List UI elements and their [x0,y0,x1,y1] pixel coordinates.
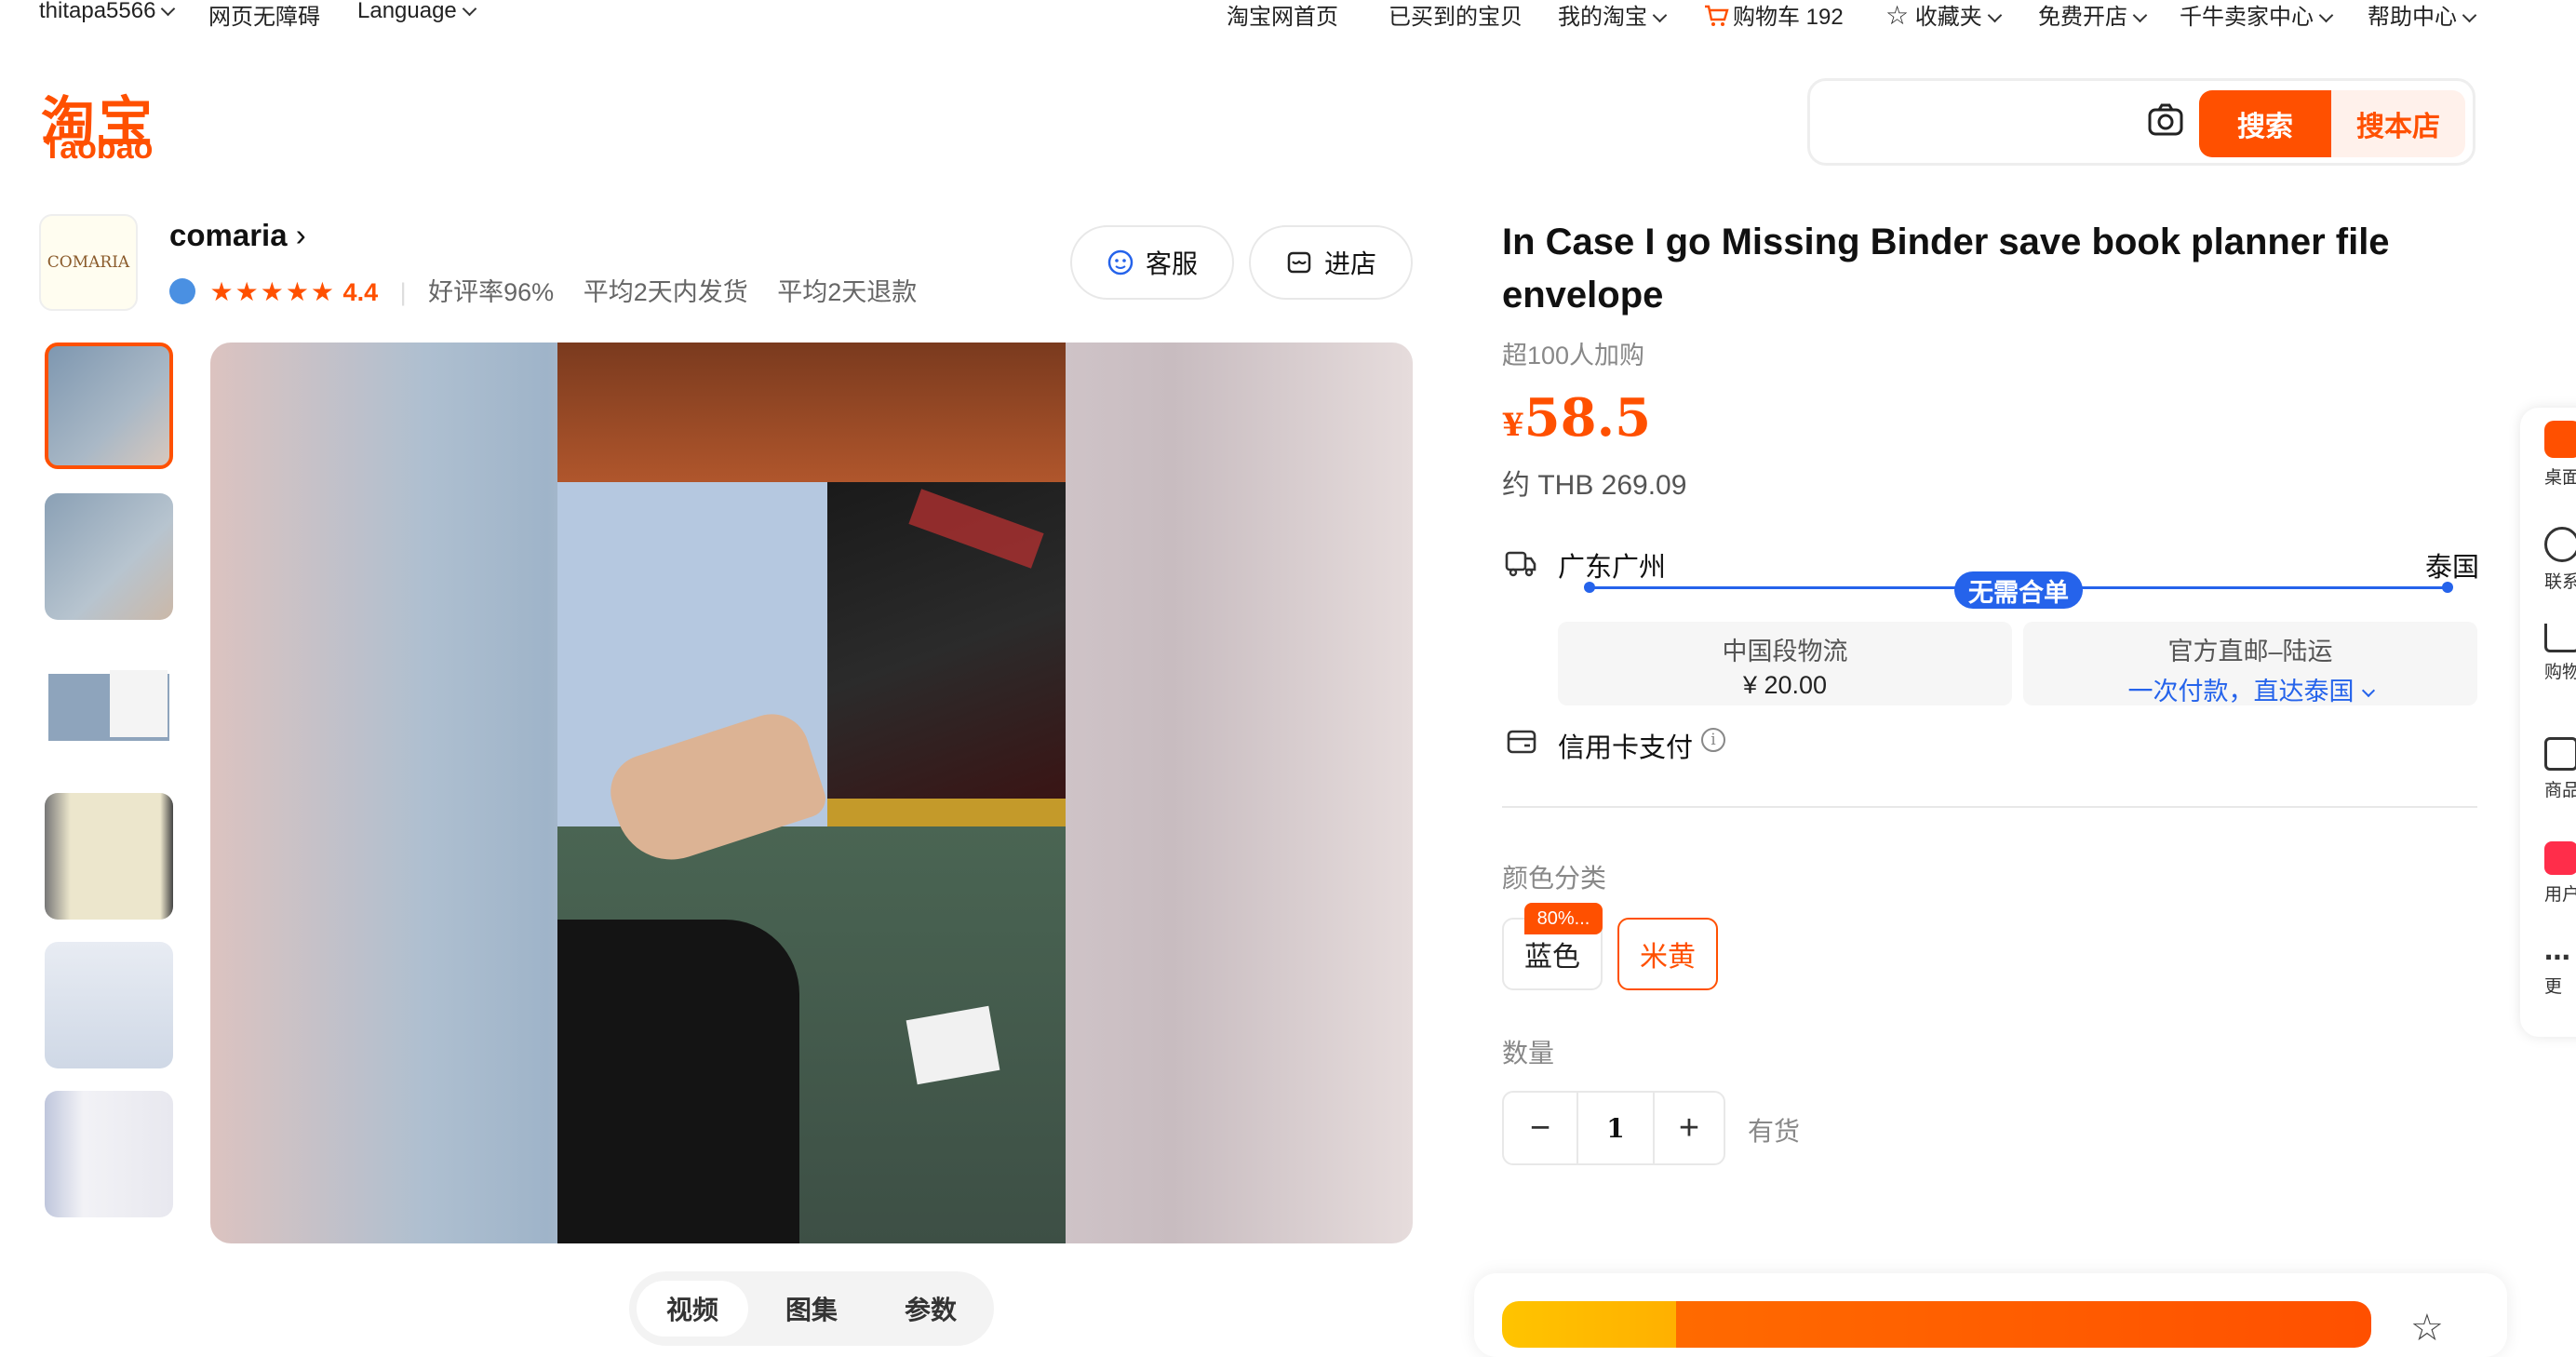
store-icon [1287,251,1311,274]
intl-leg-link[interactable]: 一次付款，直达泰国 [2023,671,2477,707]
sold-count: 超100人加购 [1502,342,1645,369]
route-start-dot [1584,582,1595,593]
thumbnail-3[interactable] [45,642,173,769]
cart-icon [2544,624,2576,652]
side-item-desktop[interactable]: 桌面 [2544,421,2576,489]
color-option-beige[interactable]: 米黄 [1617,918,1718,990]
chevron-right-icon: › [295,218,306,252]
enter-store-button[interactable]: 进店 [1249,225,1413,300]
quantity-label: 数量 [1502,1039,1555,1068]
decrement-button[interactable]: − [1504,1093,1576,1163]
more-icon: ⋯ [2544,943,2570,972]
bought-items-link[interactable]: 已买到的宝贝 [1389,0,1523,31]
shop-name-link[interactable]: comaria › [169,218,306,253]
ship-destination: 泰国 [2425,553,2480,583]
side-item-cart[interactable]: 购物 [2544,624,2576,683]
search-box: 搜索 搜本店 [1807,78,2475,166]
thumbnail-5[interactable] [45,942,173,1068]
product-video[interactable] [557,343,1066,1243]
side-item-user[interactable]: 用户 [2544,841,2576,906]
side-item-more[interactable]: ⋯ 更 [2544,942,2576,998]
china-leg-price: ¥ 20.00 [1742,671,1828,699]
intl-leg-title: 官方直邮–陆运 [2167,638,2333,665]
ship-origin: 广东广州 [1558,553,1667,583]
product-title: In Case I go Missing Binder save book pl… [1502,222,2390,316]
user-feedback-icon [2544,841,2576,875]
quantity-value[interactable]: 1 [1576,1093,1655,1163]
thumbnail-6[interactable] [45,1091,173,1217]
card-icon [1507,730,1536,754]
cart-link[interactable]: 购物车 192 [1703,0,1844,31]
avg-refund: 平均2天退款 [777,278,918,306]
language-menu[interactable]: Language [357,0,477,24]
star-icon: ☆ [1885,1,1910,30]
service-icon [1107,249,1134,275]
increment-button[interactable]: + [1653,1093,1725,1163]
thumbnail-4[interactable] [45,793,173,920]
search-store-button[interactable]: 搜本店 [2331,90,2465,157]
side-toolbar: 桌面 联系 购物 商品 用户 ⋯ 更 [2520,408,2576,1037]
no-combine-badge: 无需合单 [1954,571,2083,609]
customer-service-button[interactable]: 客服 [1070,225,1234,300]
color-option-tag: 80%... [1524,903,1603,934]
media-tabs: 视频 图集 参数 [629,1271,994,1346]
help-center-menu[interactable]: 帮助中心 [2368,0,2477,31]
top-bar: thitapa5566 网页无障碍 Language 淘宝网首页 已买到的宝贝 … [0,0,2576,30]
info-icon[interactable]: i [1701,728,1725,752]
grid-icon [2544,737,2576,771]
price-thb: 约 THB 269.09 [1502,470,1687,501]
cart-icon [1705,5,1729,26]
logo-en: Taobao [43,130,154,166]
thumbnail-2[interactable] [45,493,173,620]
payment-method: 信用卡支付 [1558,733,1694,763]
avg-ship: 平均2天内发货 [583,278,748,306]
route-end-dot [2442,582,2453,593]
price: ¥58.5 [1502,387,1652,449]
camera-icon[interactable] [2145,100,2186,145]
tab-params[interactable]: 参数 [875,1281,986,1337]
thumbnail-1[interactable] [45,343,173,469]
rating-stars: ★★★★★ [209,277,337,306]
seller-center-menu[interactable]: 千牛卖家中心 [2180,0,2334,31]
intl-leg-box: 官方直邮–陆运 一次付款，直达泰国 [2023,622,2477,705]
my-taobao-menu[interactable]: 我的淘宝 [1558,0,1668,31]
buy-buttons[interactable] [1502,1301,2371,1348]
tab-video[interactable]: 视频 [637,1281,748,1337]
china-leg-title: 中国段物流 [1722,638,1848,665]
open-store-menu[interactable]: 免费开店 [2038,0,2148,31]
side-item-contact[interactable]: 联系 [2544,527,2576,593]
shop-meta: ★★★★★ 4.4 | 好评率96% 平均2天内发货 平均2天退款 [169,272,917,308]
divider [1502,806,2477,808]
accessibility-link[interactable]: 网页无障碍 [208,0,320,31]
shop-badge-icon [169,278,195,304]
china-leg-box: 中国段物流 ¥ 20.00 [1558,622,2012,705]
chevron-down-icon [2361,683,2375,698]
color-label: 颜色分类 [1502,864,1607,893]
product-media[interactable] [210,343,1413,1243]
contact-icon [2544,527,2576,562]
positive-rate: 好评率96% [428,278,555,306]
side-item-products[interactable]: 商品 [2544,737,2576,801]
shop-logo[interactable]: COMARIA [39,214,138,311]
favorite-star-icon[interactable]: ☆ [2410,1307,2444,1350]
rating-value: 4.4 [342,278,379,306]
taobao-app-icon [2544,421,2576,458]
taobao-home-link[interactable]: 淘宝网首页 [1227,0,1338,31]
quantity-stepper: − 1 + [1502,1091,1725,1165]
search-button[interactable]: 搜索 [2199,90,2331,157]
truck-icon [1505,551,1536,577]
stock-status: 有货 [1748,1117,1801,1146]
tab-gallery[interactable]: 图集 [756,1281,867,1337]
favorites-menu[interactable]: ☆ 收藏夹 [1885,0,2003,31]
username-menu[interactable]: thitapa5566 [39,0,176,24]
